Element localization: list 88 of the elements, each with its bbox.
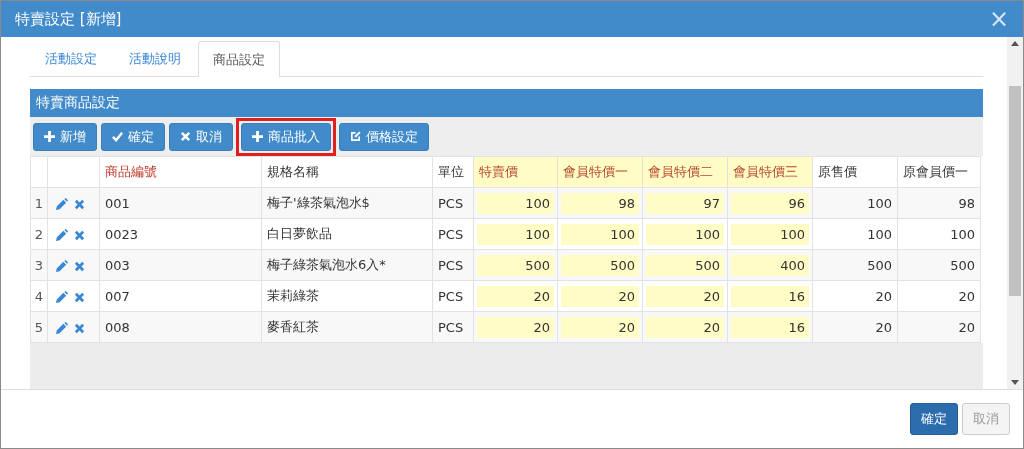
price-input[interactable]: 20: [561, 316, 639, 338]
edit-icon: [350, 131, 361, 142]
column-header: 會員特價二: [642, 156, 728, 188]
table-cell: 100: [950, 226, 975, 242]
price-input[interactable]: 97: [646, 192, 724, 214]
pencil-icon[interactable]: [55, 228, 68, 242]
scrollbar[interactable]: [1007, 37, 1023, 389]
panel-title: 特賣商品設定: [36, 94, 120, 112]
price-input[interactable]: 100: [646, 223, 724, 245]
price-input[interactable]: 20: [477, 316, 554, 338]
price-input[interactable]: 20: [646, 285, 724, 307]
table-cell: 20: [958, 319, 975, 335]
delete-icon[interactable]: [74, 198, 85, 210]
toolbar-button[interactable]: 新增: [33, 122, 97, 151]
table-cell: PCS: [438, 288, 464, 304]
toolbar-button[interactable]: 取消: [169, 122, 233, 151]
dialog-button[interactable]: 確定: [910, 403, 958, 435]
price-input[interactable]: 20: [561, 285, 639, 307]
table-cell: PCS: [438, 319, 464, 335]
price-input[interactable]: 100: [477, 192, 554, 214]
plus-icon: [44, 131, 55, 142]
column-header: 會員特價一: [557, 156, 643, 188]
up-arrow-icon[interactable]: [1011, 41, 1019, 46]
column-header: 商品編號: [99, 156, 262, 188]
row-number: 5: [30, 311, 48, 343]
table-cell: 98: [958, 195, 975, 211]
table-cell: 500: [867, 257, 892, 273]
row-number: 2: [30, 218, 48, 250]
row-number: 4: [30, 280, 48, 312]
down-arrow-icon[interactable]: [1011, 380, 1019, 385]
table-cell: 20: [958, 288, 975, 304]
tab[interactable]: 活動說明: [114, 41, 196, 76]
price-input[interactable]: 500: [646, 254, 724, 276]
table-cell: 008: [105, 319, 130, 335]
price-input[interactable]: 500: [561, 254, 639, 276]
price-input[interactable]: 20: [646, 316, 724, 338]
table-cell: 20: [875, 319, 892, 335]
column-header: 單位: [432, 156, 474, 188]
delete-icon[interactable]: [74, 291, 85, 303]
price-input[interactable]: 500: [477, 254, 554, 276]
table-cell: 白日夢飲品: [267, 226, 332, 241]
table-cell: 20: [875, 288, 892, 304]
delete-icon[interactable]: [74, 229, 85, 241]
table-cell: 100: [867, 226, 892, 242]
column-header: 原會員價一: [897, 156, 981, 188]
window-title: 特賣設定 [新增]: [15, 9, 122, 29]
table-cell: PCS: [438, 226, 464, 242]
price-input[interactable]: 400: [731, 254, 809, 276]
price-input[interactable]: 98: [561, 192, 639, 214]
table-cell: 梅子'綠茶氣泡水$: [267, 195, 370, 210]
table-cell: PCS: [438, 195, 464, 211]
table-cell: 0023: [105, 226, 139, 242]
price-input[interactable]: 16: [731, 316, 809, 338]
close-icon: [180, 131, 191, 142]
toolbar-button[interactable]: 價格設定: [339, 122, 429, 151]
table-cell: 茉莉綠茶: [267, 288, 319, 303]
price-input[interactable]: 100: [561, 223, 639, 245]
column-header: 特賣價: [473, 156, 558, 188]
table-cell: 001: [105, 195, 130, 211]
column-header: 規格名稱: [261, 156, 433, 188]
price-input[interactable]: 16: [731, 285, 809, 307]
row-number: 3: [30, 249, 48, 281]
tab[interactable]: 商品設定: [198, 41, 280, 77]
table-cell: 麥香紅茶: [267, 319, 319, 334]
toolbar-button[interactable]: 確定: [101, 122, 165, 151]
table-cell: 500: [950, 257, 975, 273]
table-cell: 003: [105, 257, 130, 273]
pencil-icon[interactable]: [55, 197, 68, 211]
table-cell: PCS: [438, 257, 464, 273]
delete-icon[interactable]: [74, 322, 85, 334]
pencil-icon[interactable]: [55, 259, 68, 273]
price-input[interactable]: 100: [477, 223, 554, 245]
pencil-icon[interactable]: [55, 290, 68, 304]
column-header: 會員特價三: [727, 156, 813, 188]
toolbar-button[interactable]: 商品批入: [241, 122, 331, 151]
price-input[interactable]: 100: [731, 223, 809, 245]
price-input[interactable]: 20: [477, 285, 554, 307]
table-cell: 梅子綠茶氣泡水6入*: [267, 257, 386, 272]
delete-icon[interactable]: [74, 260, 85, 272]
plus-icon: [252, 131, 263, 142]
table-cell: 100: [867, 195, 892, 211]
price-input[interactable]: 96: [731, 192, 809, 214]
column-header: 原售價: [812, 156, 898, 188]
check-icon: [112, 131, 123, 142]
table-cell: 007: [105, 288, 130, 304]
pencil-icon[interactable]: [55, 321, 68, 335]
tab[interactable]: 活動設定: [30, 41, 112, 76]
row-number: 1: [30, 187, 48, 219]
